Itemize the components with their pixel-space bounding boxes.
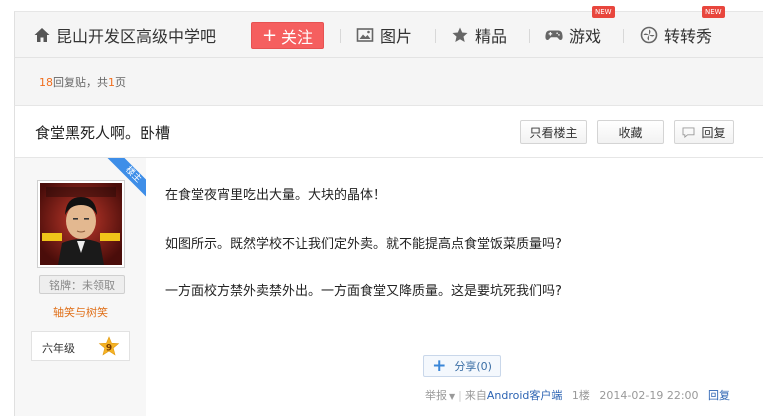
meta-divider: | [458, 389, 462, 402]
forum-name: 昆山开发区高级中学吧 [56, 27, 217, 46]
follow-button[interactable]: + 关注 [251, 22, 324, 49]
pinwheel-icon [640, 26, 658, 44]
post-floor-1: 铭牌：未领取 轴笑与树笑 六年级 9 楼主 在食堂夜宵里吃出大量。大块的晶体！ … [14, 158, 763, 416]
level-number: 9 [106, 344, 112, 354]
new-badge: NEW [702, 6, 725, 18]
gamepad-icon [545, 30, 563, 40]
nav-item-label: 游戏 [569, 27, 602, 46]
reply-count-text: 回复贴，共 [53, 76, 108, 89]
nav-item-showcase[interactable]: 转转秀 NEW [640, 6, 725, 58]
forum-home-link[interactable]: 昆山开发区高级中学吧 [33, 12, 216, 58]
medal-badge[interactable]: 铭牌：未领取 [39, 275, 125, 294]
chevron-down-icon: ▼ [449, 392, 456, 401]
post-time: 2014-02-19 22:00 [599, 389, 699, 402]
nav-item-images[interactable]: 图片 [356, 12, 412, 58]
nav-divider [623, 29, 624, 43]
share-button[interactable]: + 分享 (0) [423, 355, 501, 377]
nav-divider [529, 29, 530, 43]
favorite-button[interactable]: 收藏 [597, 120, 664, 144]
source-prefix: 来自 [464, 389, 487, 402]
floor-reply-link[interactable]: 回复 [708, 389, 730, 402]
reply-count: 18 [39, 76, 53, 89]
level-star-icon: 9 [98, 336, 120, 356]
star-icon [452, 27, 468, 42]
comment-icon [683, 126, 695, 138]
op-ribbon-label: 楼主 [107, 158, 146, 197]
thread-title-bar: 食堂黑死人啊。卧槽 只看楼主 收藏 回复 [14, 105, 763, 158]
reply-button-label: 回复 [701, 125, 726, 140]
only-op-button[interactable]: 只看楼主 [520, 120, 587, 144]
share-label: 分享 [454, 360, 477, 373]
page-count: 1 [108, 76, 115, 89]
author-username[interactable]: 轴笑与树笑 [15, 304, 146, 320]
follow-label: 关注 [281, 27, 314, 47]
share-count: (0) [476, 359, 492, 373]
user-level-badge[interactable]: 六年级 9 [31, 331, 130, 361]
nav-divider [435, 29, 436, 43]
post-line: 一方面校方禁外卖禁外出。一方面食堂又降质量。这是要坑死我们吗? [165, 284, 562, 299]
floor-number: 1楼 [571, 389, 590, 402]
page-count-text: 页 [115, 76, 126, 89]
post-line: 如图所示。既然学校不让我们定外卖。就不能提高点食堂饭菜质量吗? [165, 237, 562, 252]
nav-item-games[interactable]: 游戏 NEW [545, 6, 615, 58]
op-ribbon: 楼主 [107, 158, 146, 197]
post-line: 在食堂夜宵里吃出大量。大块的晶体！ [165, 188, 387, 203]
home-icon [34, 28, 50, 42]
report-link[interactable]: 举报 [425, 389, 447, 402]
image-icon [356, 28, 374, 42]
nav-item-label: 精品 [475, 27, 508, 46]
post-meta: 举报 ▼ | 来自Android客户端 1楼 2014-02-19 22:00 回复 [425, 387, 730, 403]
thread-title: 食堂黑死人啊。卧槽 [35, 124, 171, 142]
nav-divider [340, 29, 341, 43]
client-source-link[interactable]: Android客户端 [487, 389, 563, 402]
reply-summary-bar: 18回复贴，共1页 [14, 58, 763, 105]
new-badge: NEW [592, 6, 615, 18]
share-plus-icon: + [432, 355, 447, 376]
nav-item-label: 图片 [380, 27, 413, 46]
reply-button[interactable]: 回复 [674, 120, 734, 144]
nav-item-label: 转转秀 [664, 27, 713, 46]
nav-item-featured[interactable]: 精品 [451, 12, 507, 58]
reply-summary: 18回复贴，共1页 [39, 74, 126, 90]
plus-icon: + [261, 24, 278, 46]
forum-nav-bar: 昆山开发区高级中学吧 + 关注 图片 精品 游戏 NEW 转转秀 NEW [14, 6, 763, 58]
level-name: 六年级 [42, 342, 75, 355]
